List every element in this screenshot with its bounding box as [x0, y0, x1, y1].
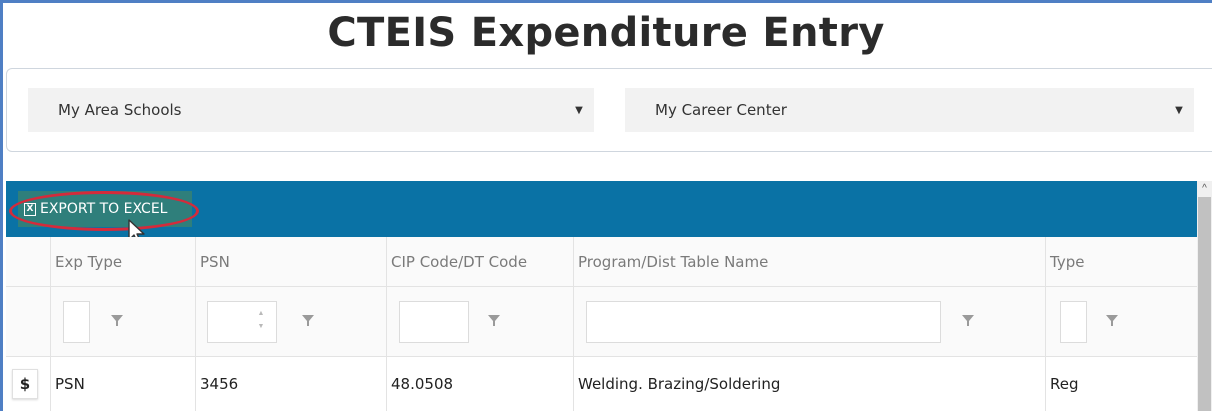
- column-divider: [1045, 237, 1046, 411]
- career-center-value: My Career Center: [655, 101, 787, 119]
- scroll-up-icon[interactable]: ^: [1197, 181, 1212, 196]
- expenditure-button[interactable]: $: [12, 369, 38, 399]
- column-divider: [195, 237, 196, 411]
- chevron-down-icon: ▼: [575, 104, 583, 116]
- chevron-down-icon: ▼: [1175, 104, 1183, 116]
- cell-psn: 3456: [200, 375, 239, 393]
- filter-icon[interactable]: [1106, 315, 1118, 327]
- grid-filter-row: ▲ ▼: [6, 287, 1197, 357]
- grid-header-row: Exp Type PSN CIP Code/DT Code Program/Di…: [6, 237, 1197, 287]
- table-row[interactable]: $ PSN 3456 48.0508 Welding. Brazing/Sold…: [6, 357, 1197, 411]
- type-filter-input[interactable]: [1060, 301, 1087, 343]
- spinner-icon[interactable]: ▲ ▼: [256, 307, 266, 333]
- cell-type: Reg: [1050, 375, 1079, 393]
- psn-filter-input[interactable]: [207, 301, 277, 343]
- cell-exp-type: PSN: [55, 375, 85, 393]
- grid-scrollbar[interactable]: ^: [1197, 181, 1212, 411]
- column-divider: [50, 237, 51, 411]
- scroll-thumb[interactable]: [1198, 197, 1211, 411]
- filter-icon[interactable]: [488, 315, 500, 327]
- cip-code-filter-input[interactable]: [399, 301, 469, 343]
- exp-type-filter-input[interactable]: [63, 301, 90, 343]
- filter-icon[interactable]: [302, 315, 314, 327]
- filter-icon[interactable]: [111, 315, 123, 327]
- filter-icon[interactable]: [962, 315, 974, 327]
- area-schools-select[interactable]: My Area Schools ▼: [28, 88, 594, 132]
- column-header-psn[interactable]: PSN: [196, 237, 387, 287]
- career-center-select[interactable]: My Career Center ▼: [625, 88, 1194, 132]
- column-divider: [386, 237, 387, 411]
- column-header-program-name[interactable]: Program/Dist Table Name: [574, 237, 1046, 287]
- cell-cip-code: 48.0508: [391, 375, 454, 393]
- cell-program-name: Welding. Brazing/Soldering: [578, 375, 781, 393]
- expenditure-grid: Exp Type PSN CIP Code/DT Code Program/Di…: [6, 237, 1197, 411]
- area-schools-value: My Area Schools: [58, 101, 182, 119]
- program-name-filter-input[interactable]: [586, 301, 941, 343]
- highlight-annotation: [9, 191, 199, 231]
- column-header-type[interactable]: Type: [1046, 237, 1197, 287]
- column-header-cip-code[interactable]: CIP Code/DT Code: [387, 237, 574, 287]
- page-title: CTEIS Expenditure Entry: [327, 10, 885, 56]
- column-divider: [573, 237, 574, 411]
- column-header-exp-type[interactable]: Exp Type: [51, 237, 196, 287]
